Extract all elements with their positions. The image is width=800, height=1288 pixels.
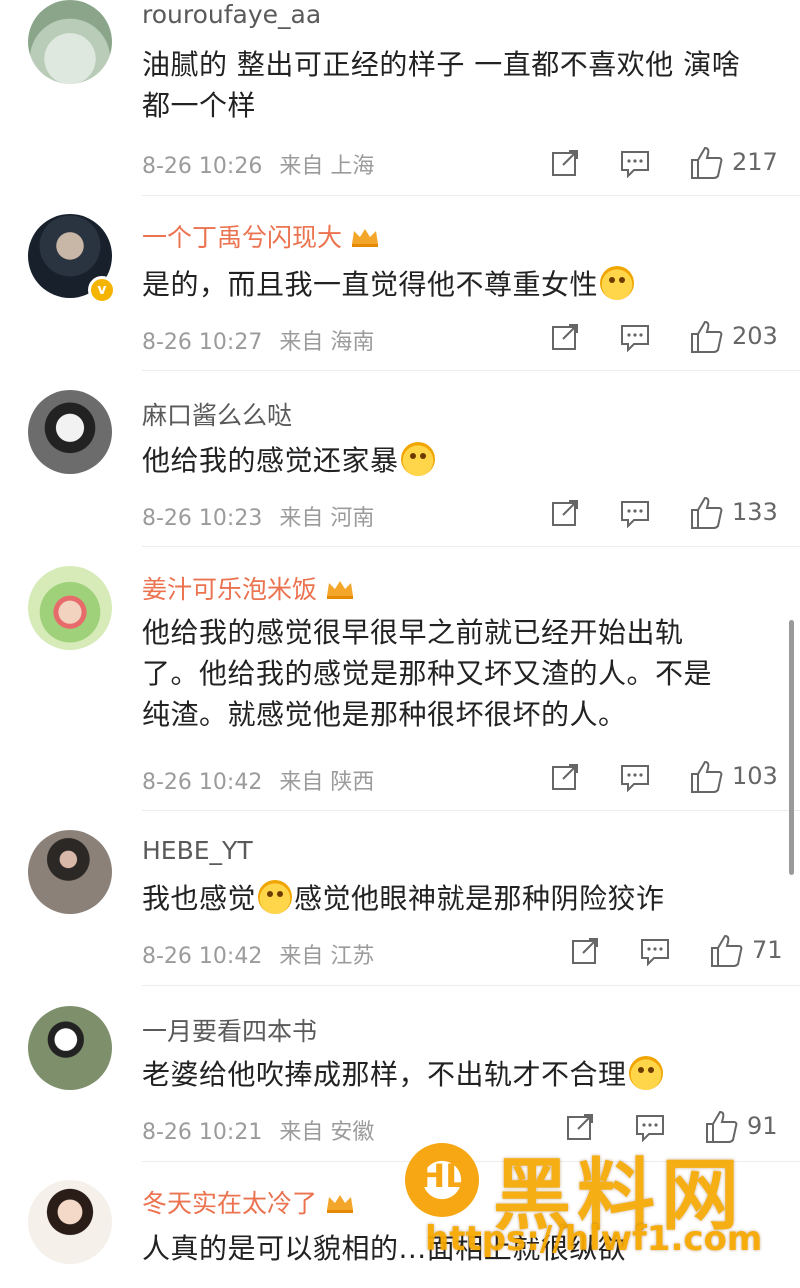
comment-text: 油腻的 整出可正经的样子 一直都不喜欢他 演啥 都一个样: [142, 44, 782, 126]
comment-line: 他给我的感觉很早很早之前就已经开始出轨: [142, 616, 684, 649]
username[interactable]: 冬天实在太冷了: [142, 1184, 355, 1220]
location: 江苏: [330, 944, 375, 969]
like-count: 103: [732, 762, 778, 790]
comment-line: 老婆给他吹捧成那样，不出轨才不合理: [142, 1058, 627, 1091]
avatar[interactable]: [28, 1006, 112, 1090]
timestamp: 8-26 10:23: [142, 506, 263, 531]
username[interactable]: 一个丁禹兮闪现大: [142, 218, 380, 254]
timestamp: 8-26 10:42: [142, 770, 263, 795]
from-label: 来自: [279, 330, 324, 355]
comment-line: 他给我的感觉还家暴: [142, 444, 399, 477]
from-label: 来自: [279, 1120, 324, 1145]
comment-text: 是的，而且我一直觉得他不尊重女性: [142, 264, 782, 305]
timestamp: 8-26 10:42: [142, 944, 263, 969]
comment-meta: 8-26 10:27 来自 海南: [142, 324, 374, 356]
divider: [142, 985, 800, 986]
laugh-cry-emoji-icon: [258, 880, 293, 914]
username[interactable]: rouroufaye_aa: [142, 0, 321, 29]
comment-actions: 203: [540, 320, 780, 356]
share-icon[interactable]: [550, 148, 580, 178]
location: 河南: [330, 506, 375, 531]
comment-text: 我也感觉 感觉他眼神就是那种阴险狡诈: [142, 878, 782, 919]
comment-actions: 103: [540, 760, 780, 796]
like-icon[interactable]: [690, 496, 724, 530]
comment-meta: 8-26 10:42 来自 江苏: [142, 938, 374, 970]
like-icon[interactable]: [710, 934, 744, 968]
from-label: 来自: [279, 506, 324, 531]
comment-icon[interactable]: [620, 150, 650, 178]
laugh-cry-emoji-icon: [600, 266, 635, 300]
divider: [142, 195, 800, 196]
location: 安徽: [330, 1120, 375, 1145]
like-icon[interactable]: [690, 320, 724, 354]
comment-meta: 8-26 10:42 来自 陕西: [142, 764, 374, 796]
divider: [142, 810, 800, 811]
comment-meta: 8-26 10:21 来自 安徽: [142, 1114, 374, 1146]
comment-icon[interactable]: [640, 938, 670, 966]
timestamp: 8-26 10:27: [142, 330, 263, 355]
comment-text: 他给我的感觉很早很早之前就已经开始出轨 了。他给我的感觉是那种又坏又渣的人。不是…: [142, 612, 782, 735]
comment-icon[interactable]: [620, 324, 650, 352]
watermark: HL 黑料网 https://hlwf1.com: [405, 1135, 795, 1285]
like-count: 133: [732, 498, 778, 526]
timestamp: 8-26 10:26: [142, 154, 263, 179]
comment-line: 油腻的 整出可正经的样子 一直都不喜欢他 演啥: [142, 48, 741, 81]
username[interactable]: 姜汁可乐泡米饭: [142, 570, 355, 606]
watermark-logo-icon: HL: [405, 1143, 479, 1217]
comment-line: 是的，而且我一直觉得他不尊重女性: [142, 268, 599, 301]
username-text: 一个丁禹兮闪现大: [142, 223, 343, 252]
location: 海南: [330, 330, 375, 355]
comment-icon[interactable]: [620, 500, 650, 528]
comment-meta: 8-26 10:26 来自 上海: [142, 148, 374, 180]
comment-actions: 217: [540, 146, 780, 182]
comment-text: 他给我的感觉还家暴: [142, 440, 782, 481]
username-text: 姜汁可乐泡米饭: [142, 575, 318, 604]
location: 陕西: [330, 770, 375, 795]
like-count: 203: [732, 322, 778, 350]
laugh-cry-emoji-icon: [628, 1056, 663, 1090]
scrollbar[interactable]: [789, 620, 794, 875]
like-icon[interactable]: [690, 146, 724, 180]
divider: [142, 546, 800, 547]
location: 上海: [330, 154, 375, 179]
share-icon[interactable]: [570, 936, 600, 966]
share-icon[interactable]: [550, 498, 580, 528]
comment-line: 了。他给我的感觉是那种又坏又渣的人。不是: [142, 657, 713, 690]
crown-icon: [352, 229, 379, 247]
username[interactable]: HEBE_YT: [142, 836, 253, 865]
comment-line: 都一个样: [142, 89, 257, 122]
tear-emoji-icon: [400, 442, 435, 476]
username[interactable]: 麻口酱么么哒: [142, 396, 292, 432]
avatar[interactable]: [28, 0, 112, 84]
comment-line: 纯渣。就感觉他是那种很坏很坏的人。: [142, 698, 627, 731]
verified-badge-icon: v: [88, 276, 116, 304]
crown-icon: [327, 1195, 354, 1213]
comment-actions: 133: [540, 496, 780, 532]
comment-text-part: 感觉他眼神就是那种阴险狡诈: [294, 882, 665, 915]
comment-icon[interactable]: [620, 764, 650, 792]
comment-actions: 71: [560, 934, 800, 970]
avatar[interactable]: [28, 830, 112, 914]
like-count: 217: [732, 148, 778, 176]
crown-icon: [327, 581, 354, 599]
like-count: 71: [752, 936, 783, 964]
timestamp: 8-26 10:21: [142, 1120, 263, 1145]
watermark-url: https://hlwf1.com: [425, 1219, 763, 1259]
username-text: 冬天实在太冷了: [142, 1189, 318, 1218]
from-label: 来自: [279, 770, 324, 795]
comment-text: 老婆给他吹捧成那样，不出轨才不合理: [142, 1054, 782, 1095]
from-label: 来自: [279, 154, 324, 179]
avatar[interactable]: [28, 1180, 112, 1264]
comment-meta: 8-26 10:23 来自 河南: [142, 500, 374, 532]
share-icon[interactable]: [550, 322, 580, 352]
like-icon[interactable]: [690, 760, 724, 794]
comment-text-part: 我也感觉: [142, 882, 257, 915]
share-icon[interactable]: [550, 762, 580, 792]
avatar[interactable]: [28, 566, 112, 650]
divider: [142, 370, 800, 371]
username[interactable]: 一月要看四本书: [142, 1012, 317, 1048]
avatar[interactable]: [28, 390, 112, 474]
from-label: 来自: [279, 944, 324, 969]
